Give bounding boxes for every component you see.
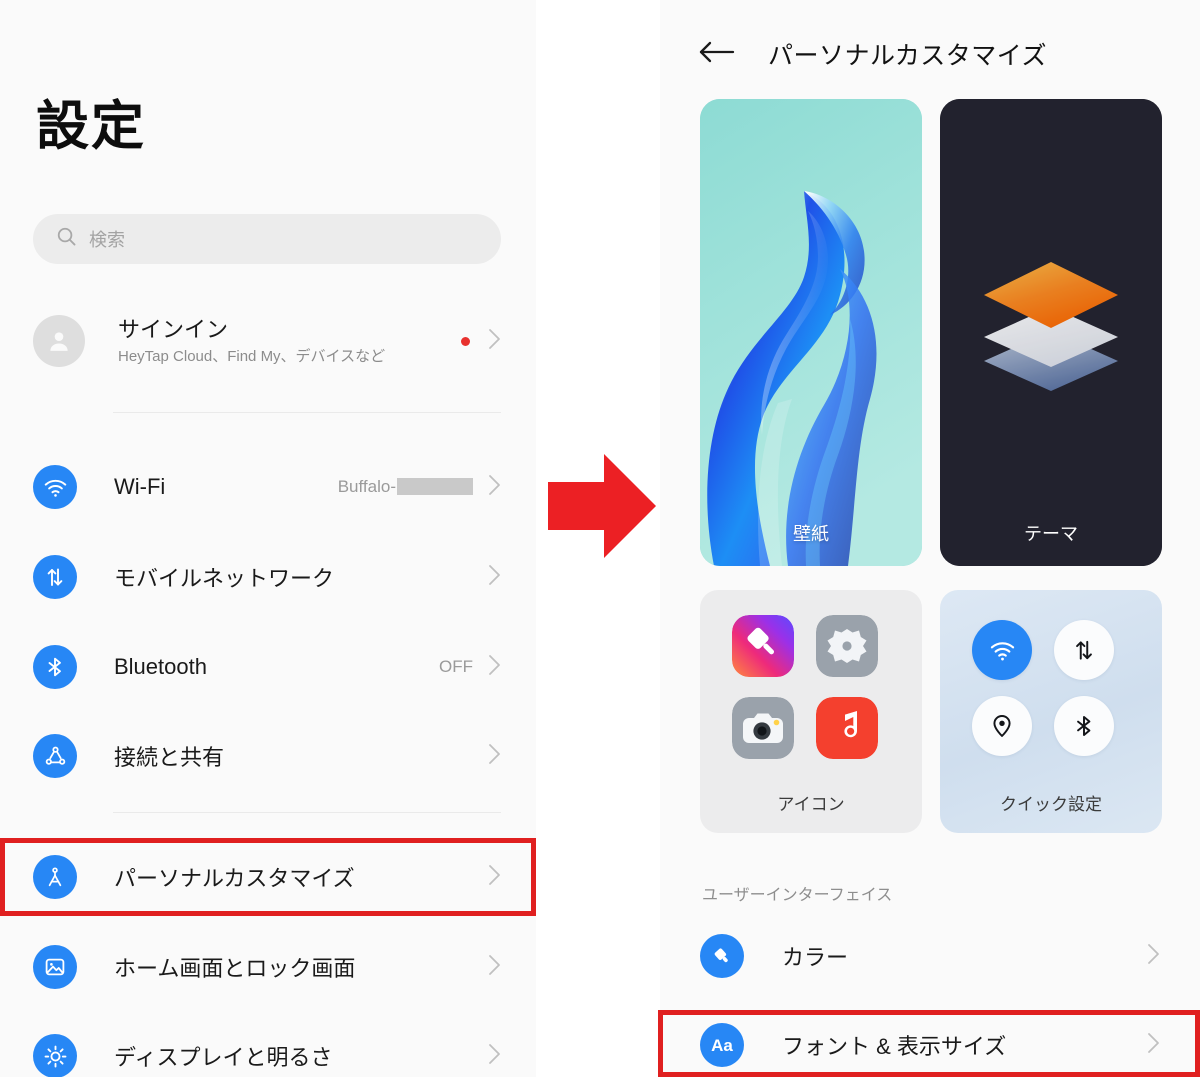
sidebar-item-wifi[interactable]: Wi-Fi Buffalo- <box>33 456 503 518</box>
app-icon-grid <box>732 615 878 759</box>
sign-in-texts: サインイン HeyTap Cloud、Find My、デバイスなど <box>118 316 461 366</box>
chevron-right-icon <box>487 472 503 503</box>
settings-screen: 設定 検索 サインイン HeyTap Cloud、Find My、デバイスなど <box>0 0 536 1077</box>
card-label: 壁紙 <box>793 524 829 544</box>
page-title: 設定 <box>36 97 146 156</box>
chevron-right-icon <box>487 326 503 357</box>
wifi-toggle[interactable] <box>972 620 1032 680</box>
sidebar-item-home-lock-screen[interactable]: ホーム画面とロック画面 <box>33 936 503 998</box>
bluetooth-toggle[interactable] <box>1054 696 1114 756</box>
sidebar-item-label: パーソナルカスタマイズ <box>114 866 355 891</box>
sign-in-subtitle: HeyTap Cloud、Find My、デバイスなど <box>118 347 386 365</box>
list-item-label: フォント & 表示サイズ <box>782 1034 1007 1059</box>
bluetooth-value: OFF <box>439 657 473 676</box>
connection-sharing-icon <box>33 734 77 778</box>
list-item-font-display-size[interactable]: Aa フォント & 表示サイズ <box>700 1014 1162 1076</box>
sidebar-item-label: 接続と共有 <box>114 745 225 770</box>
sign-in-row[interactable]: サインイン HeyTap Cloud、Find My、デバイスなど <box>33 305 503 377</box>
sidebar-item-bluetooth[interactable]: Bluetooth OFF <box>33 636 503 698</box>
personal-customize-screen: パーソナルカスタマイズ 壁紙 テーマ アイコン クイック設定 ユーザーインターフ… <box>660 0 1200 1077</box>
camera-app-icon <box>732 697 794 759</box>
display-brightness-icon <box>33 1034 77 1077</box>
sidebar-item-personal-customize[interactable]: パーソナルカスタマイズ <box>33 846 503 908</box>
chevron-right-icon <box>487 862 503 893</box>
sidebar-item-connection-sharing[interactable]: 接続と共有 <box>33 725 503 787</box>
mobile-network-icon <box>33 555 77 599</box>
icons-card[interactable]: アイコン <box>700 590 922 833</box>
music-app-icon <box>816 697 878 759</box>
page-title: パーソナルカスタマイズ <box>768 42 1048 70</box>
color-palette-icon <box>700 934 744 978</box>
chevron-right-icon <box>487 952 503 983</box>
sidebar-item-mobile-network[interactable]: モバイルネットワーク <box>33 546 503 608</box>
chevron-right-icon <box>1146 941 1162 972</box>
personal-customize-icon <box>33 855 77 899</box>
theme-card[interactable]: テーマ <box>940 99 1162 566</box>
sidebar-item-label: ディスプレイと明るさ <box>114 1045 333 1070</box>
sidebar-item-label: Bluetooth <box>114 654 207 679</box>
masked-ssid <box>397 478 473 495</box>
section-label-user-interface: ユーザーインターフェイス <box>702 887 893 904</box>
search-icon <box>55 225 78 253</box>
wallpaper-artwork <box>700 99 922 566</box>
card-label: テーマ <box>1024 524 1078 544</box>
sidebar-item-label: Wi-Fi <box>114 474 166 499</box>
chevron-right-icon <box>487 652 503 683</box>
chevron-right-icon <box>1146 1030 1162 1061</box>
card-label: アイコン <box>777 795 845 814</box>
chevron-right-icon <box>487 741 503 772</box>
divider <box>113 412 501 413</box>
card-label: クイック設定 <box>1000 795 1102 814</box>
sign-in-title: サインイン <box>118 317 229 343</box>
bluetooth-icon <box>33 645 77 689</box>
quick-settings-card[interactable]: クイック設定 <box>940 590 1162 833</box>
mobile-data-toggle[interactable] <box>1054 620 1114 680</box>
screenshot-root: 設定 検索 サインイン HeyTap Cloud、Find My、デバイスなど <box>0 0 1200 1077</box>
location-toggle[interactable] <box>972 696 1032 756</box>
wifi-value: Buffalo- <box>338 477 473 497</box>
list-item-label: カラー <box>782 945 849 970</box>
svg-text:Aa: Aa <box>711 1036 733 1055</box>
back-arrow-icon[interactable] <box>698 39 736 70</box>
sidebar-item-display-brightness[interactable]: ディスプレイと明るさ <box>33 1025 503 1077</box>
person-avatar-icon <box>33 315 85 367</box>
wallpaper-card[interactable]: 壁紙 <box>700 99 922 566</box>
chevron-right-icon <box>487 562 503 593</box>
screen-header: パーソナルカスタマイズ <box>698 36 1047 72</box>
theme-store-app-icon <box>732 615 794 677</box>
chevron-right-icon <box>487 1041 503 1072</box>
sidebar-item-label: ホーム画面とロック画面 <box>114 956 356 981</box>
font-size-icon: Aa <box>700 1023 744 1067</box>
list-item-color[interactable]: カラー <box>700 925 1162 987</box>
home-lock-screen-icon <box>33 945 77 989</box>
quick-toggle-grid <box>972 620 1114 756</box>
sidebar-item-label: モバイルネットワーク <box>114 566 335 591</box>
search-input[interactable]: 検索 <box>33 214 501 264</box>
wifi-icon <box>33 465 77 509</box>
theme-artwork <box>940 99 1162 566</box>
settings-app-icon <box>816 615 878 677</box>
divider <box>113 812 501 813</box>
red-dot-badge <box>461 336 470 346</box>
red-right-arrow <box>546 444 658 568</box>
search-placeholder: 検索 <box>89 230 125 250</box>
